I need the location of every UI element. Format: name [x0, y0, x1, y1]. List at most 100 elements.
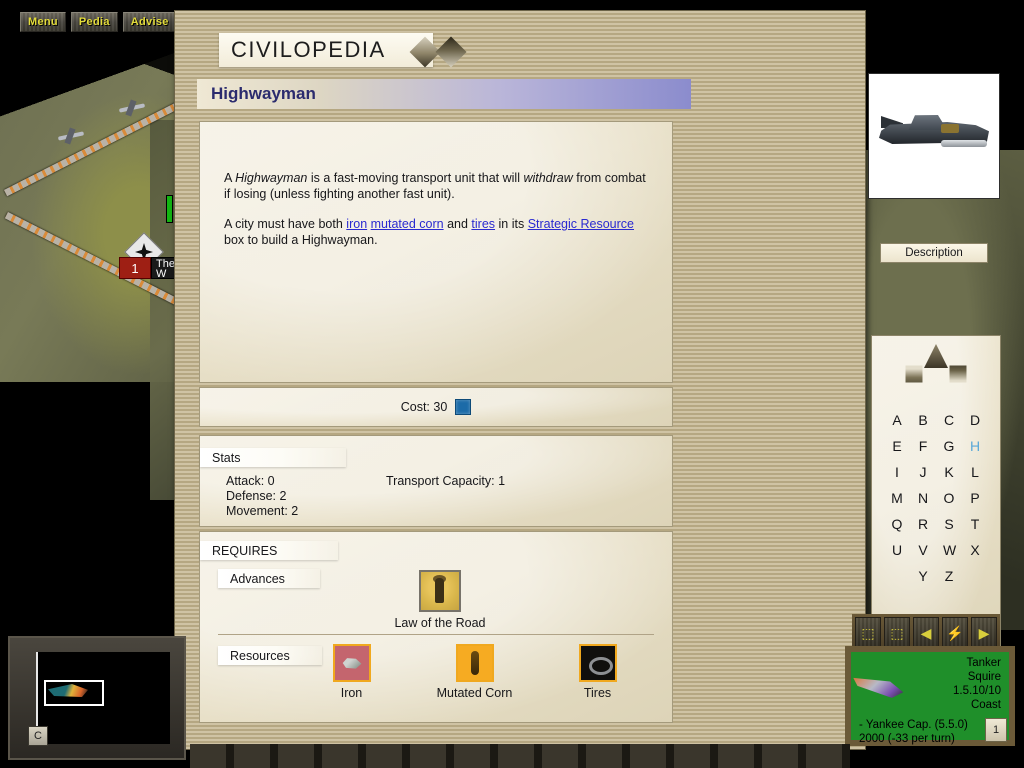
alphabet-letter-grid: ABCD EFGH IJKL MNOP QRST UVWX YZ	[872, 412, 1000, 594]
alphabet-letter-t[interactable]: T	[969, 516, 981, 532]
description-paragraph-2: A city must have both iron mutated corn …	[224, 216, 650, 248]
resource-name: Iron	[340, 686, 363, 700]
city-banner[interactable]: 1 The W	[119, 257, 180, 280]
aircraft-unit[interactable]	[119, 100, 145, 116]
advise-button[interactable]: Advise	[122, 12, 177, 32]
hud-tool-button[interactable]: ⬚	[855, 617, 881, 649]
link-mutated-corn[interactable]: mutated corn	[371, 217, 444, 231]
resource-item[interactable]: Tires	[536, 644, 659, 700]
alphabet-letter-e[interactable]: E	[891, 438, 903, 454]
alphabet-letter-b[interactable]: B	[917, 412, 929, 428]
description-button[interactable]: Description	[880, 243, 988, 263]
alphabet-letter-c[interactable]: C	[943, 412, 955, 428]
alphabet-letter-r[interactable]: R	[917, 516, 929, 532]
alphabet-letter-p[interactable]: P	[969, 490, 981, 506]
hud-civ-line: - Yankee Cap. (5.5.0)	[859, 719, 968, 731]
resource-item[interactable]: Iron	[290, 644, 413, 700]
hud-unit-terrain: Coast	[970, 699, 1001, 711]
link-iron[interactable]: iron	[346, 217, 367, 231]
pedia-button[interactable]: Pedia	[70, 12, 118, 32]
resources-row: Iron Mutated Corn Tires	[290, 644, 660, 700]
alphabet-letter-s[interactable]: S	[943, 516, 955, 532]
unit-image-panel	[868, 73, 1000, 199]
alphabet-row: ABCD	[872, 412, 1000, 428]
alphabet-letter-z[interactable]: Z	[943, 568, 955, 584]
resource-name: Mutated Corn	[436, 686, 513, 700]
resource-name: Tires	[583, 686, 612, 700]
alphabet-letter-f[interactable]: F	[917, 438, 929, 454]
link-strategic-resource[interactable]: Strategic Resource	[528, 217, 634, 231]
alphabet-letter-w[interactable]: W	[943, 542, 956, 558]
requires-box: REQUIRES Advances Law of the Road Resour…	[199, 531, 673, 723]
tires-icon	[578, 644, 617, 682]
alpha-up-icon[interactable]	[924, 344, 948, 368]
alphabet-letter-a[interactable]: A	[891, 412, 903, 428]
unit-name-italic: Highwayman	[235, 171, 308, 185]
alphabet-letter-n[interactable]: N	[917, 490, 929, 506]
stat-defense: Defense: 2	[226, 489, 287, 503]
alphabet-letter-g[interactable]: G	[943, 438, 955, 454]
shield-cost-icon	[455, 399, 472, 415]
desc-text: A	[224, 171, 236, 185]
entry-header-bar: Highwayman	[197, 79, 691, 109]
law-of-the-road-icon	[419, 570, 461, 612]
alphabet-letter-d[interactable]: D	[969, 412, 981, 428]
advance-item[interactable]: Law of the Road	[385, 570, 495, 630]
link-tires[interactable]: tires	[471, 217, 495, 231]
alphabet-letter-j[interactable]: J	[917, 464, 929, 480]
alphabet-letter-v[interactable]: V	[917, 542, 929, 558]
alphabet-letter-h[interactable]: H	[969, 438, 981, 454]
stat-attack: Attack: 0	[226, 474, 275, 488]
city-population: 1	[119, 257, 151, 279]
alpha-next-icon[interactable]	[946, 362, 970, 386]
hud-unit-name: Tanker	[966, 657, 1001, 669]
cost-bar: Cost: 30	[199, 387, 673, 427]
minimap-panel[interactable]: C	[8, 636, 186, 760]
civilopedia-window: CIVILOPEDIA Highwayman A Highwayman is a…	[174, 10, 1001, 750]
hud-treasury-line: 2000 (-33 per turn)	[859, 733, 955, 745]
minimap-corner-button[interactable]: C	[28, 726, 48, 746]
alphabet-letter-x[interactable]: X	[969, 542, 981, 558]
aircraft-unit[interactable]	[58, 128, 84, 144]
alpha-prev-icon[interactable]	[902, 362, 926, 386]
iron-ore-icon	[332, 644, 371, 682]
alphabet-letter-u[interactable]: U	[891, 542, 903, 558]
stats-section-label: Stats	[200, 448, 346, 467]
desc-text: box to build a Highwayman.	[224, 233, 378, 247]
resource-item[interactable]: Mutated Corn	[413, 644, 536, 700]
nav-back-icon[interactable]	[414, 41, 436, 63]
stats-box: Stats Attack: 0 Defense: 2 Movement: 2 T…	[199, 435, 673, 527]
alphabet-row: IJKL	[872, 464, 1000, 480]
unit-health-bar	[166, 195, 173, 223]
stat-movement: Movement: 2	[226, 504, 299, 518]
desc-text: A city must have both	[224, 217, 347, 231]
description-paragraph-1: A Highwayman is a fast-moving transport …	[224, 170, 650, 202]
highwayman-car-image	[879, 110, 989, 156]
hud-tool-button[interactable]: ⬚	[884, 617, 910, 649]
bottom-status-strip	[190, 744, 850, 768]
alphabet-letter-k[interactable]: K	[943, 464, 955, 480]
hud-tool-button[interactable]: ◀	[913, 617, 939, 649]
civilopedia-title-plate: CIVILOPEDIA	[219, 33, 433, 67]
nav-forward-icon[interactable]	[435, 36, 467, 68]
page-title: CIVILOPEDIA	[231, 37, 386, 62]
desc-text: and	[443, 217, 472, 231]
alphabet-letter-i[interactable]: I	[891, 464, 903, 480]
cost-label: Cost: 30	[400, 400, 448, 414]
top-toolbar: Menu Pedia Advise	[20, 12, 177, 32]
advance-name: Law of the Road	[394, 616, 486, 630]
alphabet-letter-y[interactable]: Y	[917, 568, 929, 584]
hud-tool-button[interactable]: ▶	[971, 617, 997, 649]
minimap-viewport-rect[interactable]	[44, 680, 104, 706]
withdraw-italic: withdraw	[523, 171, 573, 185]
hud-corner-label[interactable]: 1	[985, 718, 1007, 742]
stats-column: Attack: 0 Defense: 2 Movement: 2	[226, 474, 298, 519]
alphabet-letter-o[interactable]: O	[943, 490, 955, 506]
hud-tool-button[interactable]: ⚡	[942, 617, 968, 649]
alphabet-letter-m[interactable]: M	[891, 490, 903, 506]
alphabet-letter-q[interactable]: Q	[891, 516, 903, 532]
menu-button[interactable]: Menu	[20, 12, 66, 32]
alphabet-row: MNOP	[872, 490, 1000, 506]
desc-text: in its	[495, 217, 528, 231]
alphabet-letter-l[interactable]: L	[969, 464, 981, 480]
